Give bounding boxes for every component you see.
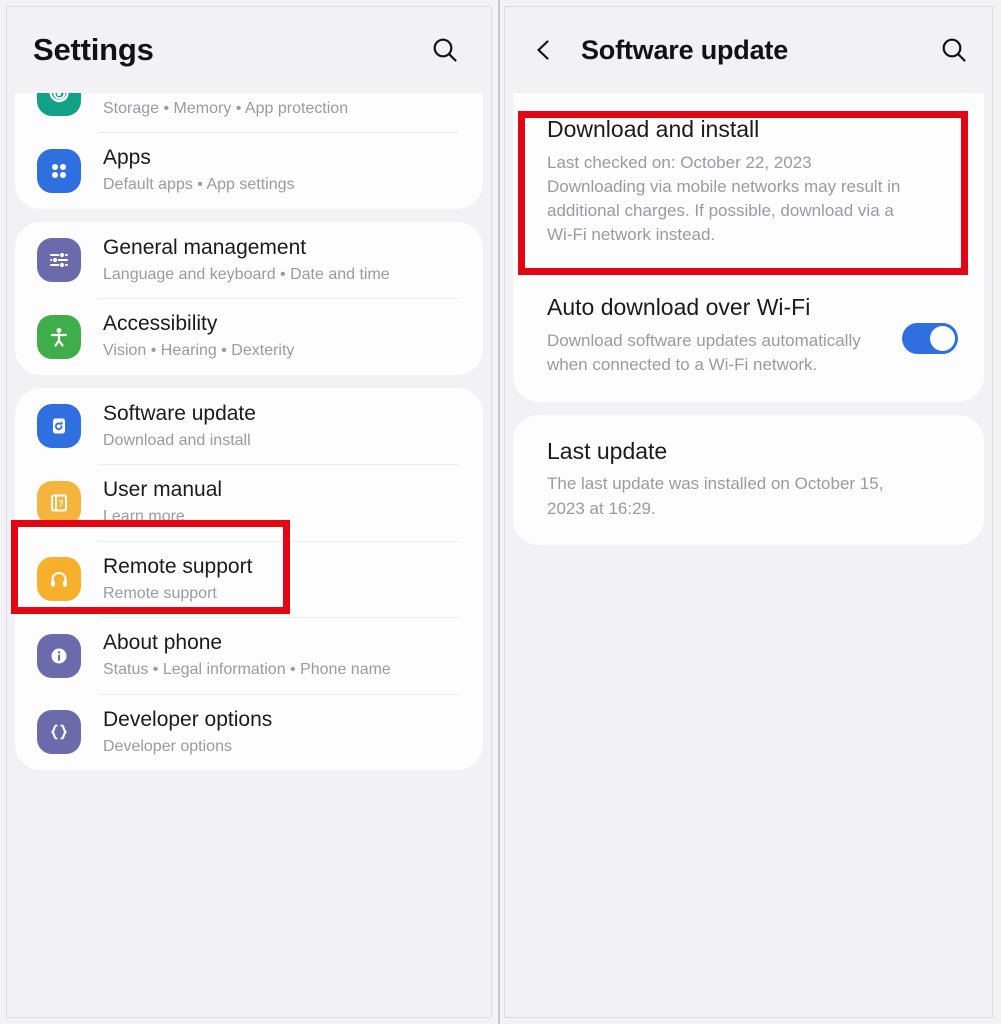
sidebar-item-subtitle: Remote support [103,584,217,602]
software-update-panel-inner: Software update Download and install Las… [504,6,993,1018]
settings-panel: Settings Storage • Memory • App protecti… [0,0,500,1024]
last-update-item: Last update The last update was installe… [513,415,984,545]
sidebar-item-subtitle: Vision • Hearing • Dexterity [103,342,295,360]
accessibility-person-icon [37,314,81,359]
sidebar-item-label: Software update [103,401,256,425]
software-update-panel: Software update Download and install Las… [500,0,1001,1024]
sidebar-item-label: Remote support [103,554,253,578]
settings-group-1: Device care Storage • Memory • App prote… [15,93,483,209]
last-update-title: Last update [547,437,668,464]
last-update-subtitle: The last update was installed on October… [547,474,884,518]
sidebar-item-remote-support[interactable]: Remote support Remote support [15,540,483,617]
sidebar-item-subtitle: Download and install [103,431,251,449]
sidebar-item-software-update[interactable]: Software update Download and install [15,388,483,464]
sidebar-item-apps[interactable]: Apps Default apps • App settings [15,132,483,208]
sidebar-item-label: Developer options [103,707,273,731]
last-update-group: Last update The last update was installe… [513,414,984,545]
download-and-install-note: Downloading via mobile networks may resu… [547,177,901,245]
sidebar-item-text: Accessibility Vision • Hearing • Dexteri… [103,311,294,361]
sidebar-item-general-management[interactable]: General management Language and keyboard… [15,222,483,298]
toggle-knob [930,326,955,352]
headphones-icon [37,557,81,602]
sidebar-item-label: General management [103,235,307,259]
sidebar-item-text: Remote support Remote support [103,554,252,604]
sidebar-item-label: User manual [103,478,223,502]
auto-download-text: Auto download over Wi-Fi Download softwa… [547,293,890,377]
software-update-header: Software update [505,7,992,93]
sidebar-item-label: Device care [103,93,348,96]
sidebar-item-label: Accessibility [103,312,218,336]
sidebar-item-label: Apps [103,146,151,170]
sidebar-item-text: Device care Storage • Memory • App prote… [103,93,348,119]
sidebar-item-subtitle: Developer options [103,737,232,755]
screenshot-root: Settings Storage • Memory • App protecti… [0,0,1001,1024]
info-circle-icon [37,633,81,678]
sidebar-item-text: Developer options Developer options [103,707,272,757]
svg-text:?: ? [58,498,64,508]
sidebar-item-text: Software update Download and install [103,401,256,451]
download-and-install-title: Download and install [547,116,760,142]
device-care-icon [37,93,81,117]
settings-panel-inner: Settings Storage • Memory • App protecti… [6,6,492,1018]
auto-download-item[interactable]: Auto download over Wi-Fi Download softwa… [513,271,984,401]
sliders-icon [37,238,81,283]
sidebar-item-subtitle: Status • Legal information • Phone name [103,661,391,679]
apps-grid-icon [37,148,81,193]
search-icon[interactable] [934,30,974,70]
sidebar-item-subtitle: Storage • Memory • App protection [103,99,349,117]
settings-header: Settings [7,7,491,93]
last-update-text: Last update The last update was installe… [547,437,958,521]
settings-group-3: Software update Download and install ? U… [15,387,483,771]
sidebar-item-about-phone[interactable]: About phone Status • Legal information •… [15,617,483,693]
sidebar-item-label: About phone [103,631,223,655]
code-braces-icon [37,709,81,754]
back-chevron-icon[interactable] [527,33,561,67]
download-and-install-item[interactable]: Download and install Last checked on: Oc… [513,93,984,271]
sidebar-item-text: General management Language and keyboard… [103,235,390,285]
sidebar-item-text: Apps Default apps • App settings [103,145,295,195]
page-title: Settings [33,32,154,67]
download-and-install-text: Download and install Last checked on: Oc… [547,115,958,247]
auto-download-subtitle: Download software updates automatically … [547,331,861,375]
search-icon[interactable] [425,30,465,70]
software-update-icon [37,404,81,449]
auto-download-toggle[interactable] [902,323,958,355]
sidebar-item-subtitle: Default apps • App settings [103,176,295,194]
sidebar-item-text: About phone Status • Legal information •… [103,630,391,680]
settings-group-2: General management Language and keyboard… [15,221,483,375]
update-actions-group: Download and install Last checked on: Oc… [513,93,984,402]
sidebar-item-accessibility[interactable]: Accessibility Vision • Hearing • Dexteri… [15,298,483,374]
sidebar-item-device-care[interactable]: Device care Storage • Memory • App prote… [15,93,483,132]
sidebar-item-user-manual[interactable]: ? User manual Learn more [15,464,483,540]
download-and-install-last-checked: Last checked on: October 22, 2023 [547,152,812,172]
user-manual-icon: ? [37,480,81,525]
sidebar-item-subtitle: Language and keyboard • Date and time [103,265,390,283]
sidebar-item-text: User manual Learn more [103,477,222,527]
auto-download-title: Auto download over Wi-Fi [547,294,811,321]
sidebar-item-subtitle: Learn more [103,508,185,526]
page-title: Software update [581,34,789,65]
sidebar-item-developer-options[interactable]: Developer options Developer options [15,693,483,770]
